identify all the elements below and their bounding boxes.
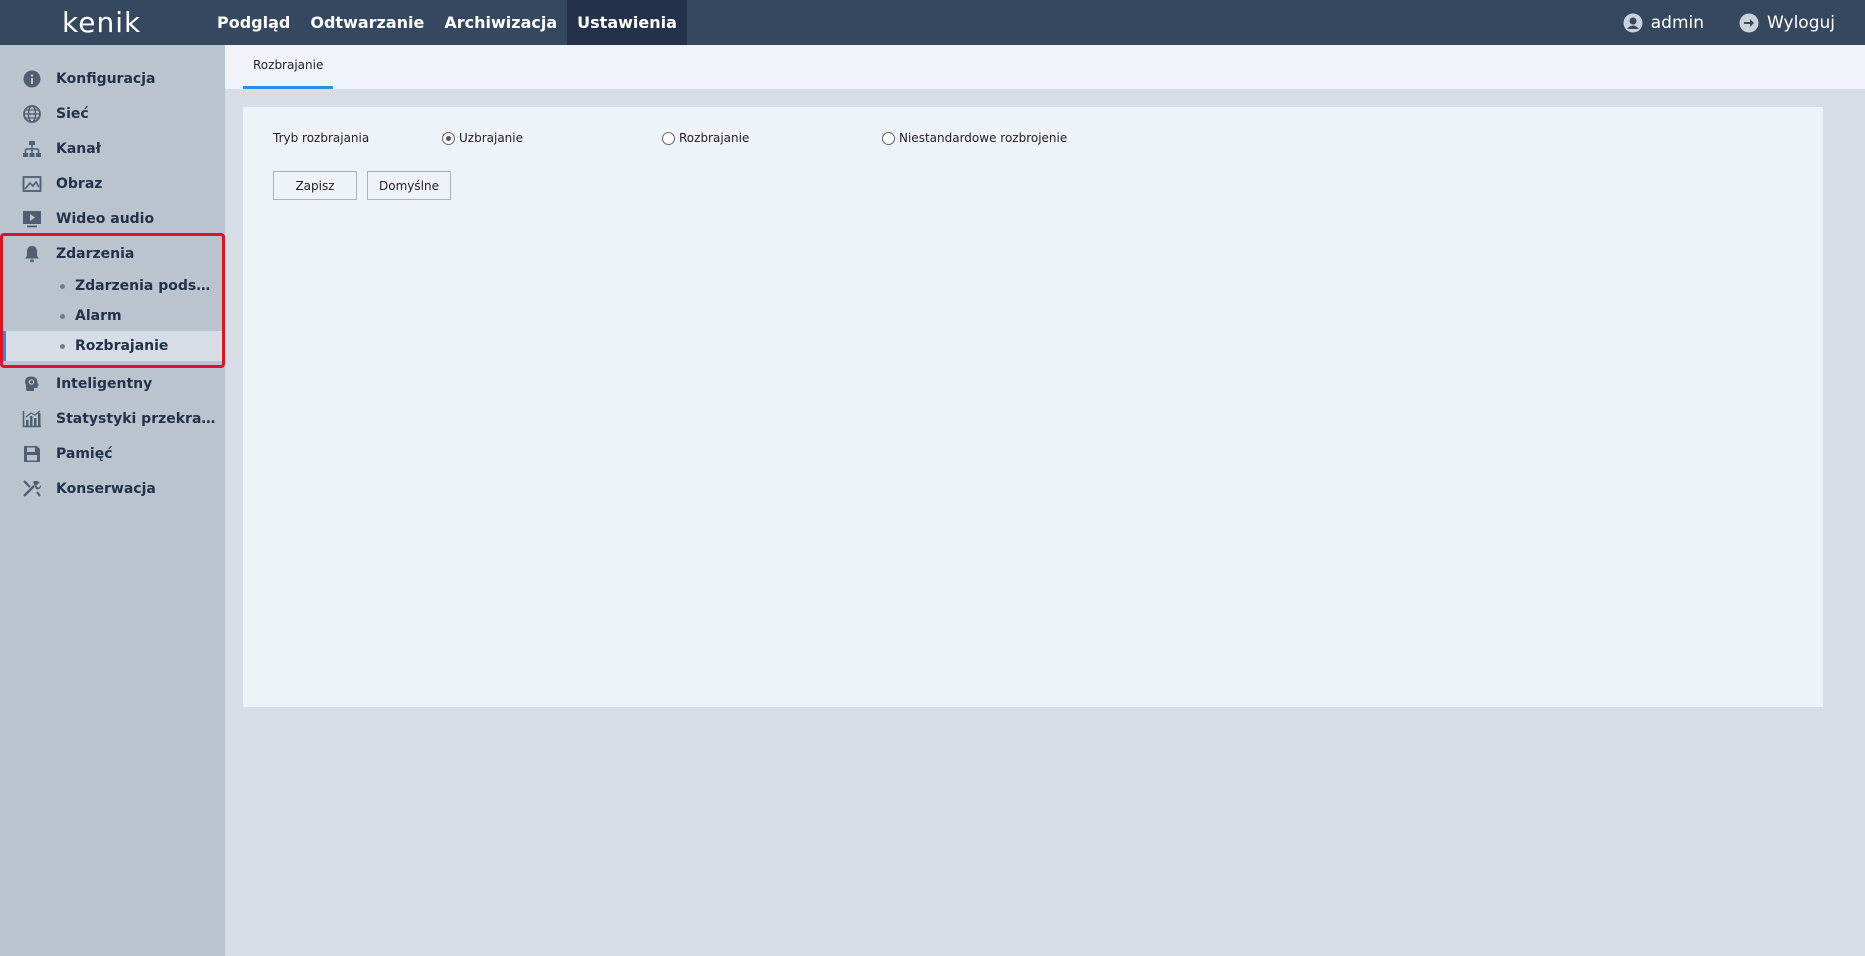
save-button[interactable]: Zapisz	[273, 171, 357, 200]
bullet-icon	[60, 314, 65, 319]
sidebar-subitem-zdarzenia-podstawowe[interactable]: Zdarzenia podstawowe	[0, 271, 225, 301]
tools-icon	[23, 480, 42, 497]
radio-unselected-icon	[882, 131, 895, 145]
sidebar-item-statystyki[interactable]: Statystyki przekraczania	[0, 401, 225, 436]
user-menu[interactable]: admin	[1623, 13, 1704, 33]
sidebar-item-label: Zdarzenia	[56, 245, 135, 262]
sidebar-item-label: Konserwacja	[56, 480, 156, 497]
sidebar-item-label: Pamięć	[56, 445, 113, 462]
sidebar-item-konfiguracja[interactable]: Konfiguracja	[0, 61, 225, 96]
mode-label: Tryb rozbrajania	[273, 131, 370, 145]
radio-rozbrajanie[interactable]: Rozbrajanie	[662, 131, 749, 145]
sidebar-subitem-alarm[interactable]: Alarm	[0, 301, 225, 331]
nav-archiwizacja[interactable]: Archiwizacja	[434, 0, 567, 45]
radio-unselected-icon	[662, 131, 675, 145]
user-icon	[1623, 13, 1643, 32]
sidebar-subitem-label: Zdarzenia podstawowe	[75, 278, 213, 294]
sidebar-item-label: Kanał	[56, 140, 101, 157]
sidebar-subitem-label: Rozbrajanie	[75, 338, 169, 354]
top-bar: kenik Podgląd Odtwarzanie Archiwizacja U…	[0, 0, 1865, 45]
tab-bar: Rozbrajanie	[225, 45, 1865, 89]
settings-panel: Tryb rozbrajania Uzbrajanie Rozbrajanie …	[243, 107, 1823, 707]
sidebar-item-pamiec[interactable]: Pamięć	[0, 436, 225, 471]
sidebar-item-label: Statystyki przekraczania	[56, 410, 216, 427]
radio-label: Rozbrajanie	[679, 131, 750, 145]
bell-icon	[25, 246, 39, 262]
default-button[interactable]: Domyślne	[367, 171, 451, 200]
radio-label: Uzbrajanie	[459, 131, 523, 145]
bullet-icon	[60, 344, 65, 349]
save-icon	[24, 446, 40, 462]
sidebar-item-wideo-audio[interactable]: Wideo audio	[0, 201, 225, 236]
sidebar-item-inteligentny[interactable]: Inteligentny	[0, 366, 225, 401]
sidebar-item-label: Sieć	[56, 105, 89, 122]
radio-uzbrajanie[interactable]: Uzbrajanie	[442, 131, 523, 145]
logout-icon	[1739, 13, 1759, 32]
top-nav: Podgląd Odtwarzanie Archiwizacja Ustawie…	[207, 0, 687, 45]
user-name: admin	[1650, 12, 1705, 33]
info-icon	[23, 70, 41, 88]
sidebar-subitem-rozbrajanie[interactable]: Rozbrajanie	[0, 331, 225, 361]
logout-button[interactable]: Wyloguj	[1739, 13, 1835, 33]
sidebar-item-zdarzenia[interactable]: Zdarzenia	[0, 236, 225, 271]
tab-rozbrajanie[interactable]: Rozbrajanie	[243, 45, 334, 89]
logo: kenik	[62, 6, 142, 39]
nav-odtwarzanie[interactable]: Odtwarzanie	[300, 0, 434, 45]
chart-icon	[22, 410, 41, 428]
sidebar-item-konserwacja[interactable]: Konserwacja	[0, 471, 225, 506]
sidebar: Konfiguracja Sieć Kanał Obraz Wideo audi…	[0, 45, 225, 956]
logout-label: Wyloguj	[1767, 12, 1835, 33]
sidebar-item-kanal[interactable]: Kanał	[0, 131, 225, 166]
bullet-icon	[60, 284, 65, 289]
sidebar-item-siec[interactable]: Sieć	[0, 96, 225, 131]
network-icon	[23, 141, 41, 157]
radio-label: Niestandardowe rozbrojenie	[899, 131, 1068, 145]
brain-icon	[25, 376, 39, 391]
sidebar-item-label: Obraz	[56, 175, 103, 192]
globe-icon	[23, 105, 41, 123]
sidebar-item-label: Konfiguracja	[56, 70, 156, 87]
sidebar-item-label: Wideo audio	[56, 210, 155, 227]
radio-selected-icon	[442, 131, 455, 145]
video-icon	[23, 211, 41, 228]
nav-podglad[interactable]: Podgląd	[207, 0, 300, 45]
image-icon	[22, 176, 42, 192]
nav-ustawienia[interactable]: Ustawienia	[567, 0, 687, 45]
sidebar-subitem-label: Alarm	[75, 308, 122, 324]
sidebar-item-label: Inteligentny	[56, 375, 153, 392]
sidebar-item-obraz[interactable]: Obraz	[0, 166, 225, 201]
radio-niestandardowe[interactable]: Niestandardowe rozbrojenie	[882, 131, 1067, 145]
